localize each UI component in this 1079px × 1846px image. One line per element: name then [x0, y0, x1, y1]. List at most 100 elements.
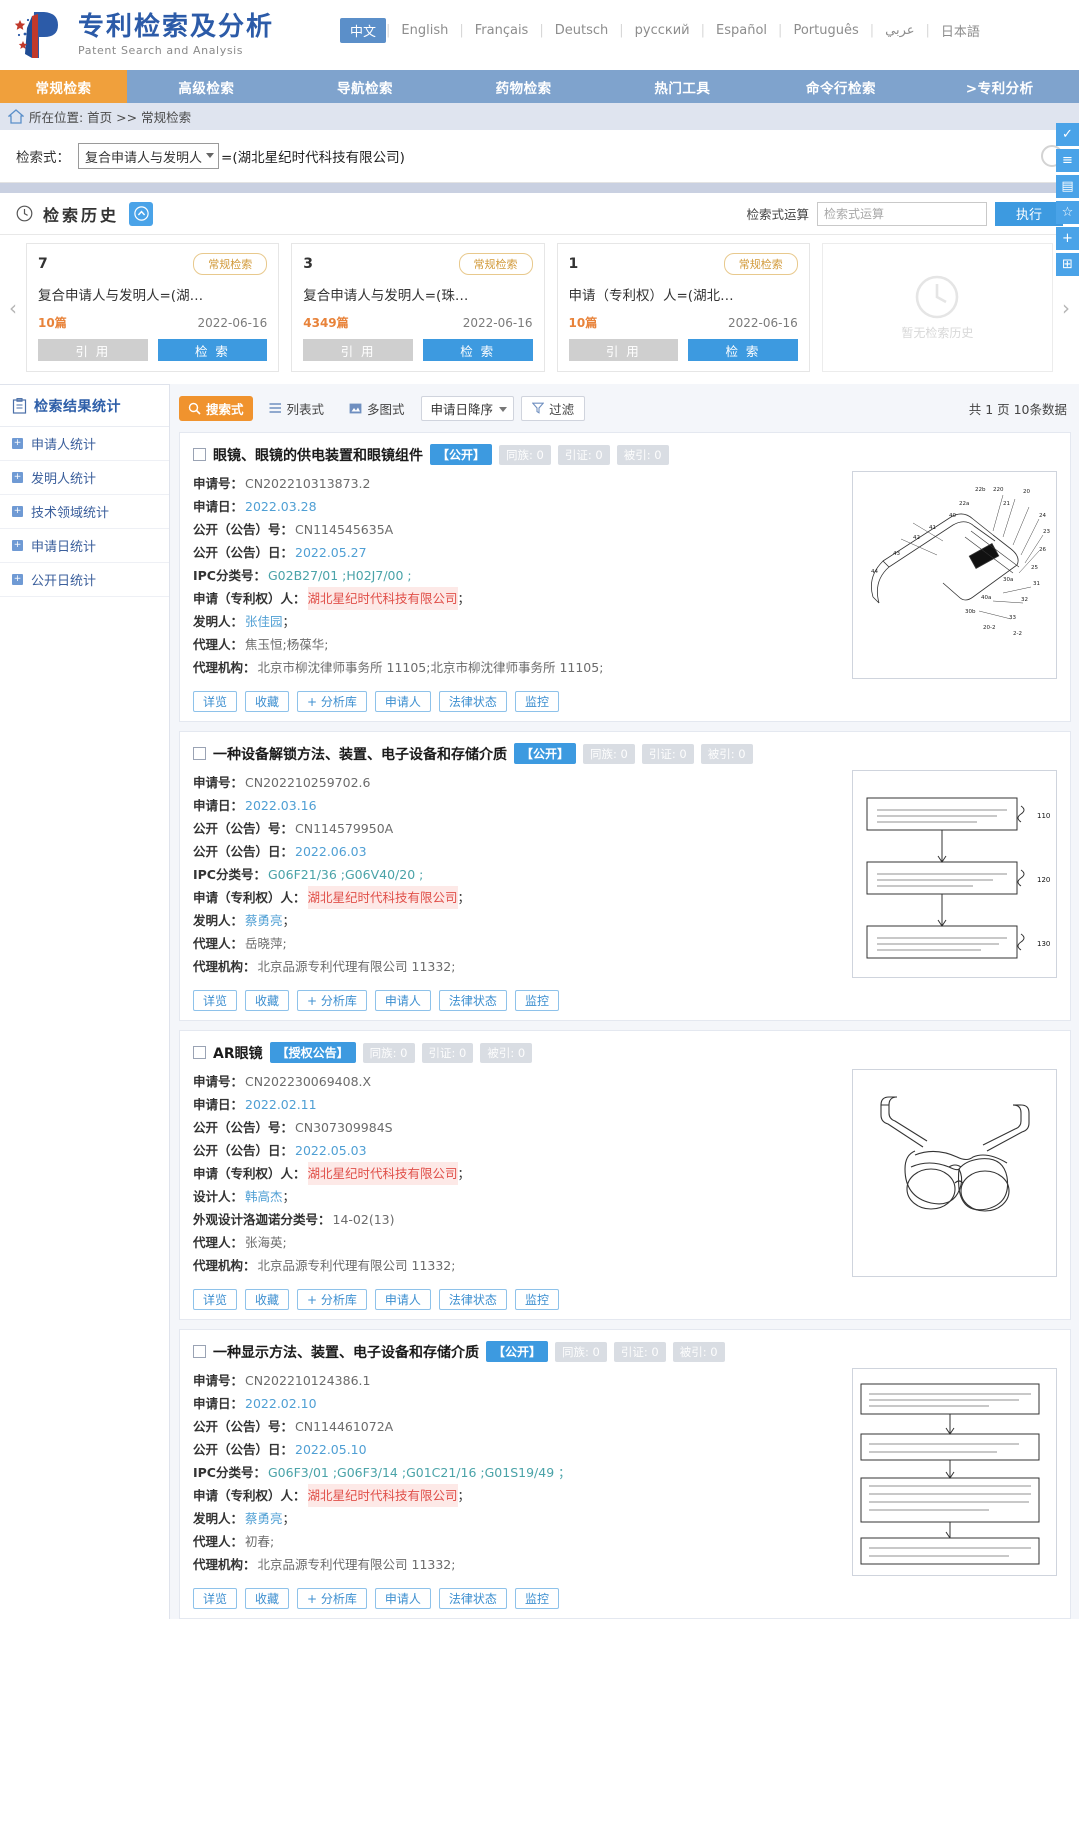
sidebar-item-label: 申请日统计: [31, 540, 97, 555]
rail-plus-icon[interactable]: +: [1056, 227, 1079, 250]
sort-select[interactable]: 申请日降序: [420, 395, 515, 421]
history-card[interactable]: 3 常规检索 复合申请人与发明人=(珠… 4349篇 2022-06-16 引 …: [291, 243, 545, 372]
language-selector[interactable]: 中文 | English | Français | Deutsch | русс…: [340, 18, 991, 43]
add-to-library-button[interactable]: + 分析库: [297, 990, 367, 1011]
cite-button[interactable]: 引 用: [38, 339, 148, 361]
result-title[interactable]: 眼镜、眼镜的供电装置和眼镜组件: [213, 445, 423, 465]
filter-button[interactable]: 过滤: [521, 395, 586, 421]
nav-item-advanced-search[interactable]: 高级检索: [127, 70, 286, 103]
result-body: 申请号： CN202210124386.1 申请日： 2022.02.10 公开（公…: [193, 1362, 1057, 1576]
plus-icon: +: [12, 506, 23, 517]
field-app-no: 申请号： CN202210313873.2: [193, 476, 371, 491]
result-checkbox[interactable]: [193, 1345, 206, 1358]
result-title[interactable]: 一种设备解锁方法、装置、电子设备和存储介质: [213, 744, 507, 764]
nav-item-drug-search[interactable]: 药物检索: [444, 70, 603, 103]
monitor-button[interactable]: 监控: [514, 691, 559, 712]
rail-document-icon[interactable]: ▤: [1056, 175, 1079, 198]
rail-check-icon[interactable]: ✓: [1056, 123, 1079, 146]
result-figure[interactable]: 22b 220 20 22a 21 40 24 41 23 42 26 43 25 30a 3…: [852, 471, 1057, 679]
legal-status-button[interactable]: 法律状态: [438, 691, 507, 712]
sidebar-item-applicant-stats[interactable]: + 申请人统计: [0, 427, 169, 461]
history-card[interactable]: 7 常规检索 复合申请人与发明人=(湖… 10篇 2022-06-16 引 用 …: [26, 243, 280, 372]
lang-es[interactable]: Español: [705, 20, 778, 41]
lang-ja[interactable]: 日本語: [930, 18, 991, 43]
result-checkbox[interactable]: [193, 448, 206, 461]
rail-star-icon[interactable]: ☆: [1056, 201, 1079, 224]
history-prev-arrow[interactable]: ‹: [0, 243, 26, 372]
history-card-empty: 暂无检索历史: [821, 243, 1053, 372]
lang-zh[interactable]: 中文: [340, 18, 387, 43]
search-query-input[interactable]: =(湖北星纪时代科技有限公司): [221, 146, 405, 166]
collapse-history-button[interactable]: [129, 201, 154, 226]
nav-item-command-search[interactable]: 命令行检索: [762, 70, 921, 103]
applicant-button[interactable]: 申请人: [374, 990, 431, 1011]
lang-fr[interactable]: Français: [464, 20, 540, 41]
nav-item-regular-search[interactable]: 常规检索: [0, 70, 127, 103]
applicant-button[interactable]: 申请人: [374, 1588, 431, 1609]
search-button[interactable]: 检 索: [688, 339, 798, 361]
nav-item-patent-analysis[interactable]: >专利分析: [920, 70, 1079, 103]
lang-de[interactable]: Deutsch: [544, 20, 620, 41]
history-card-count: 4349篇: [303, 316, 349, 330]
add-to-library-button[interactable]: + 分析库: [297, 1289, 367, 1310]
cite-button[interactable]: 引 用: [568, 339, 679, 361]
result-title[interactable]: AR眼镜: [213, 1043, 263, 1063]
view-mode-list[interactable]: 列表式: [260, 396, 334, 421]
site-logo[interactable]: 专利检索及分析 Patent Search and Analysis: [14, 8, 274, 62]
legal-status-button[interactable]: 法律状态: [438, 1588, 507, 1609]
lang-ar[interactable]: عربي: [874, 20, 925, 41]
rail-menu-icon[interactable]: ≡: [1056, 149, 1079, 172]
view-mode-expression[interactable]: 搜索式: [179, 395, 253, 421]
cite-button[interactable]: 引 用: [303, 339, 413, 361]
lang-en[interactable]: English: [390, 20, 459, 41]
search-button[interactable]: 检 索: [157, 339, 268, 361]
nav-item-navigation-search[interactable]: 导航检索: [286, 70, 445, 103]
view-mode-expression-label: 搜索式: [206, 401, 244, 417]
result-figure[interactable]: 110 120 130: [852, 770, 1057, 978]
collect-button[interactable]: 收藏: [245, 691, 290, 712]
collect-button[interactable]: 收藏: [245, 990, 290, 1011]
history-card[interactable]: 1 常规检索 申请（专利权）人=(湖北… 10篇 2022-06-16 引 用 …: [556, 243, 810, 372]
status-badge: 【公开】: [514, 743, 577, 764]
detail-button[interactable]: 详览: [193, 1289, 238, 1310]
rail-add-box-icon[interactable]: ⊞: [1056, 253, 1079, 276]
add-to-library-button[interactable]: + 分析库: [297, 691, 367, 712]
sidebar-item-publication-date-stats[interactable]: + 公开日统计: [0, 563, 169, 597]
monitor-button[interactable]: 监控: [514, 1289, 559, 1310]
applicant-button[interactable]: 申请人: [374, 1289, 431, 1310]
detail-button[interactable]: 详览: [193, 691, 238, 712]
lang-pt[interactable]: Português: [782, 20, 869, 41]
search-button[interactable]: 检 索: [422, 339, 533, 361]
add-to-library-button[interactable]: + 分析库: [297, 1588, 367, 1609]
field-app-date: 申请日： 2022.03.16: [193, 798, 317, 813]
view-mode-grid[interactable]: 多图式: [340, 396, 414, 421]
monitor-button[interactable]: 监控: [514, 990, 559, 1011]
nav-item-hot-tools[interactable]: 热门工具: [603, 70, 762, 103]
sidebar-item-application-date-stats[interactable]: + 申请日统计: [0, 529, 169, 563]
result-checkbox[interactable]: [193, 1046, 206, 1059]
sidebar-item-label: 公开日统计: [31, 574, 97, 589]
search-field-select[interactable]: 复合申请人与发明人: [78, 143, 220, 169]
sidebar-item-inventor-stats[interactable]: + 发明人统计: [0, 461, 169, 495]
monitor-button[interactable]: 监控: [514, 1588, 559, 1609]
result-figure[interactable]: [852, 1069, 1057, 1277]
result-header: 一种设备解锁方法、装置、电子设备和存储介质 【公开】 同族: 0 引证: 0 被…: [193, 743, 1057, 764]
result-checkbox[interactable]: [193, 747, 206, 760]
chevron-up-icon: [133, 206, 149, 221]
applicant-button[interactable]: 申请人: [374, 691, 431, 712]
operation-input[interactable]: 检索式运算: [817, 201, 987, 226]
detail-button[interactable]: 详览: [193, 990, 238, 1011]
funnel-icon: [532, 402, 545, 414]
legal-status-button[interactable]: 法律状态: [438, 990, 507, 1011]
result-figure[interactable]: [852, 1368, 1057, 1576]
collect-button[interactable]: 收藏: [245, 1289, 290, 1310]
legal-status-button[interactable]: 法律状态: [438, 1289, 507, 1310]
lang-ru[interactable]: русский: [624, 20, 701, 41]
sidebar-item-tech-field-stats[interactable]: + 技术领域统计: [0, 495, 169, 529]
result-fields: 申请号： CN202210124386.1 申请日： 2022.02.10 公开（公…: [193, 1362, 842, 1576]
collect-button[interactable]: 收藏: [245, 1588, 290, 1609]
field-pub-no: 公开（公告）号： CN114545635A: [193, 522, 394, 537]
execute-button[interactable]: 执行: [995, 201, 1063, 226]
detail-button[interactable]: 详览: [193, 1588, 238, 1609]
result-title[interactable]: 一种显示方法、装置、电子设备和存储介质: [213, 1342, 479, 1362]
